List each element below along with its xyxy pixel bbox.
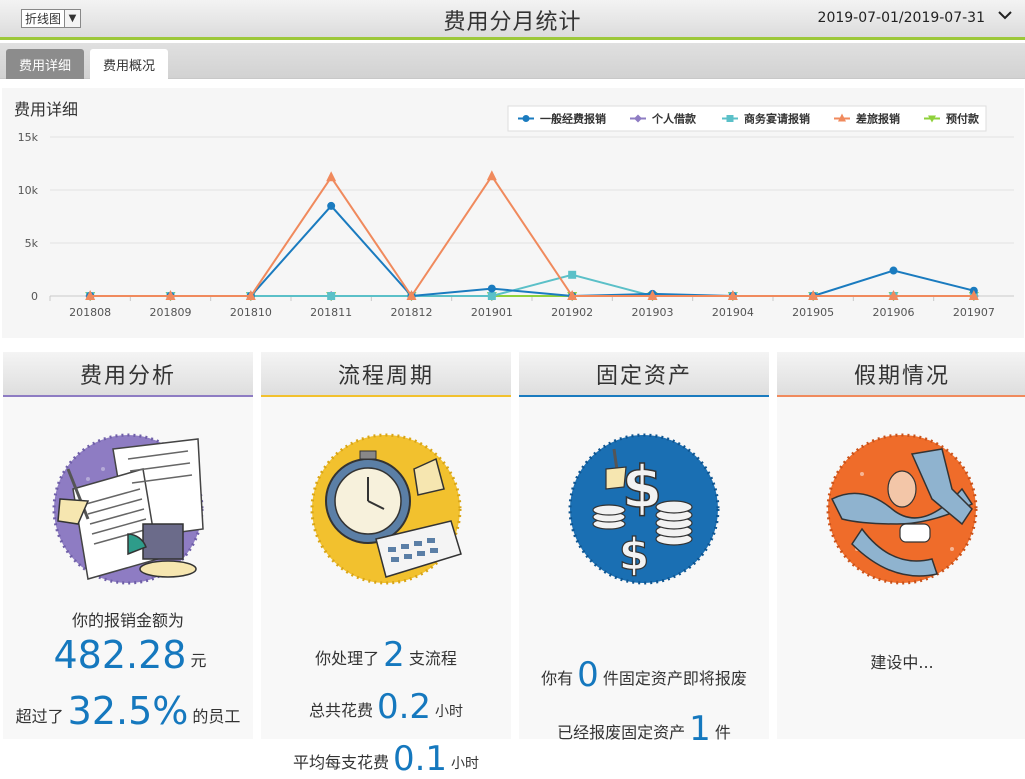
legend-label: 预付款	[946, 112, 980, 126]
date-range[interactable]: 2019-07-01/2019-07-31	[818, 10, 985, 26]
x-tick-label: 201811	[310, 306, 352, 319]
total-prefix: 总共花费	[308, 701, 373, 720]
x-tick-label: 201901	[471, 306, 513, 319]
x-tick-label: 201905	[792, 306, 834, 319]
top-header: 折线图 ▼ 费用分月统计 2019-07-01/2019-07-31	[0, 0, 1025, 40]
scrap-soon-count: 0	[577, 655, 599, 695]
card-title: 固定资产	[519, 352, 769, 397]
avg-hours: 0.1	[392, 739, 448, 779]
data-point	[568, 270, 577, 279]
x-tick-label: 201812	[391, 306, 433, 319]
dollar-coins-icon: $ $	[568, 433, 720, 585]
svg-text:$: $	[622, 453, 662, 521]
expense-line-chart: 0 5k 10k 15k 201808 201809 201810 201811 201812 2…	[18, 105, 1014, 319]
x-tick-label: 201907	[953, 306, 995, 319]
date-dropdown-icon[interactable]	[998, 7, 1012, 26]
scrapped-count: 1	[689, 709, 711, 749]
handled-row: 你处理了 2 支流程	[261, 635, 511, 675]
legend-label: 商务宴请报销	[744, 112, 810, 126]
avg-prefix: 平均每支花费	[292, 753, 389, 772]
reimburse-amount: 482.28	[53, 633, 187, 677]
x-tick-label: 201902	[551, 306, 593, 319]
scrapped-row: 已经报废固定资产 1 件	[519, 709, 769, 749]
exceed-percent: 32.5%	[67, 689, 189, 733]
data-point	[889, 266, 898, 275]
tab-expense-overview[interactable]: 费用概况	[90, 49, 169, 79]
y-tick-label: 15k	[18, 131, 39, 144]
card-holiday: 假期情况 建设中...	[777, 352, 1025, 739]
y-tick-label: 5k	[25, 237, 39, 250]
tab-expense-detail[interactable]: 费用详细	[6, 49, 85, 79]
card-fixed-assets: 固定资产 $ $ 你有 0 件固定资产即将报废 已经报废固定资产 1 件	[519, 352, 769, 749]
reimburse-label: 你的报销金额为	[71, 611, 184, 630]
card-title: 假期情况	[777, 352, 1025, 397]
total-unit: 小时	[435, 704, 464, 720]
handled-count: 2	[383, 635, 405, 675]
holiday-status: 建设中...	[870, 653, 934, 672]
legend-label: 差旅报销	[856, 112, 900, 126]
card-title: 费用分析	[3, 352, 253, 397]
scrapped-unit: 件	[714, 723, 731, 742]
scrap-soon-row: 你有 0 件固定资产即将报废	[519, 655, 769, 695]
scrapped-prefix: 已经报废固定资产	[557, 723, 686, 742]
avg-unit: 小时	[451, 756, 480, 772]
data-point	[327, 292, 336, 300]
legend-marker	[522, 115, 530, 122]
chart-panel: 费用详细 0 5k 10k 15k 201808 201809 201810 201811 20…	[2, 88, 1024, 338]
handled-prefix: 你处理了	[315, 649, 380, 668]
data-point	[327, 201, 336, 210]
tab-strip: 费用详细 费用概况	[0, 43, 1025, 79]
total-time-row: 总共花费 0.2 小时	[261, 687, 511, 727]
exceed-row: 超过了 32.5% 的员工	[3, 689, 253, 733]
have-prefix: 你有	[541, 669, 574, 688]
x-tick-label: 201903	[632, 306, 674, 319]
legend-label: 个人借款	[651, 112, 697, 126]
x-tick-label: 201810	[230, 306, 272, 319]
total-hours: 0.2	[376, 687, 432, 727]
documents-chart-icon	[52, 433, 204, 585]
exceed-suffix: 的员工	[192, 707, 241, 726]
svg-text:$: $	[619, 529, 650, 580]
series-line-0	[90, 204, 975, 298]
legend-label: 一般经费报销	[540, 112, 606, 126]
legend-marker	[726, 115, 734, 122]
x-tick-label: 201906	[873, 306, 915, 319]
have-suffix: 件固定资产即将报废	[602, 669, 747, 688]
x-tick-label: 201904	[712, 306, 754, 319]
card-expense-analysis: 费用分析 你的报销金额为 482.28 元 超过了 32.5% 的员工	[3, 352, 253, 739]
data-point	[487, 292, 496, 300]
y-tick-label: 10k	[18, 184, 39, 197]
data-point	[326, 171, 337, 182]
amount-unit: 元	[190, 651, 207, 670]
y-tick-label: 0	[31, 290, 38, 303]
series-line-3	[90, 174, 974, 298]
handled-suffix: 支流程	[408, 649, 457, 668]
beach-chair-icon	[826, 433, 978, 585]
reimburse-amount-row: 482.28 元	[3, 633, 253, 677]
data-point	[487, 284, 496, 293]
data-point	[486, 170, 497, 181]
exceed-prefix: 超过了	[15, 707, 64, 726]
x-tick-label: 201809	[150, 306, 192, 319]
clock-calculator-icon	[310, 433, 462, 585]
card-title: 流程周期	[261, 352, 511, 397]
card-process-cycle: 流程周期 你处理了 2 支流程 总共花费 0.2 小时 平均每支花费 0.1 小时	[261, 352, 511, 779]
x-tick-label: 201808	[69, 306, 111, 319]
avg-time-row: 平均每支花费 0.1 小时	[261, 739, 511, 779]
